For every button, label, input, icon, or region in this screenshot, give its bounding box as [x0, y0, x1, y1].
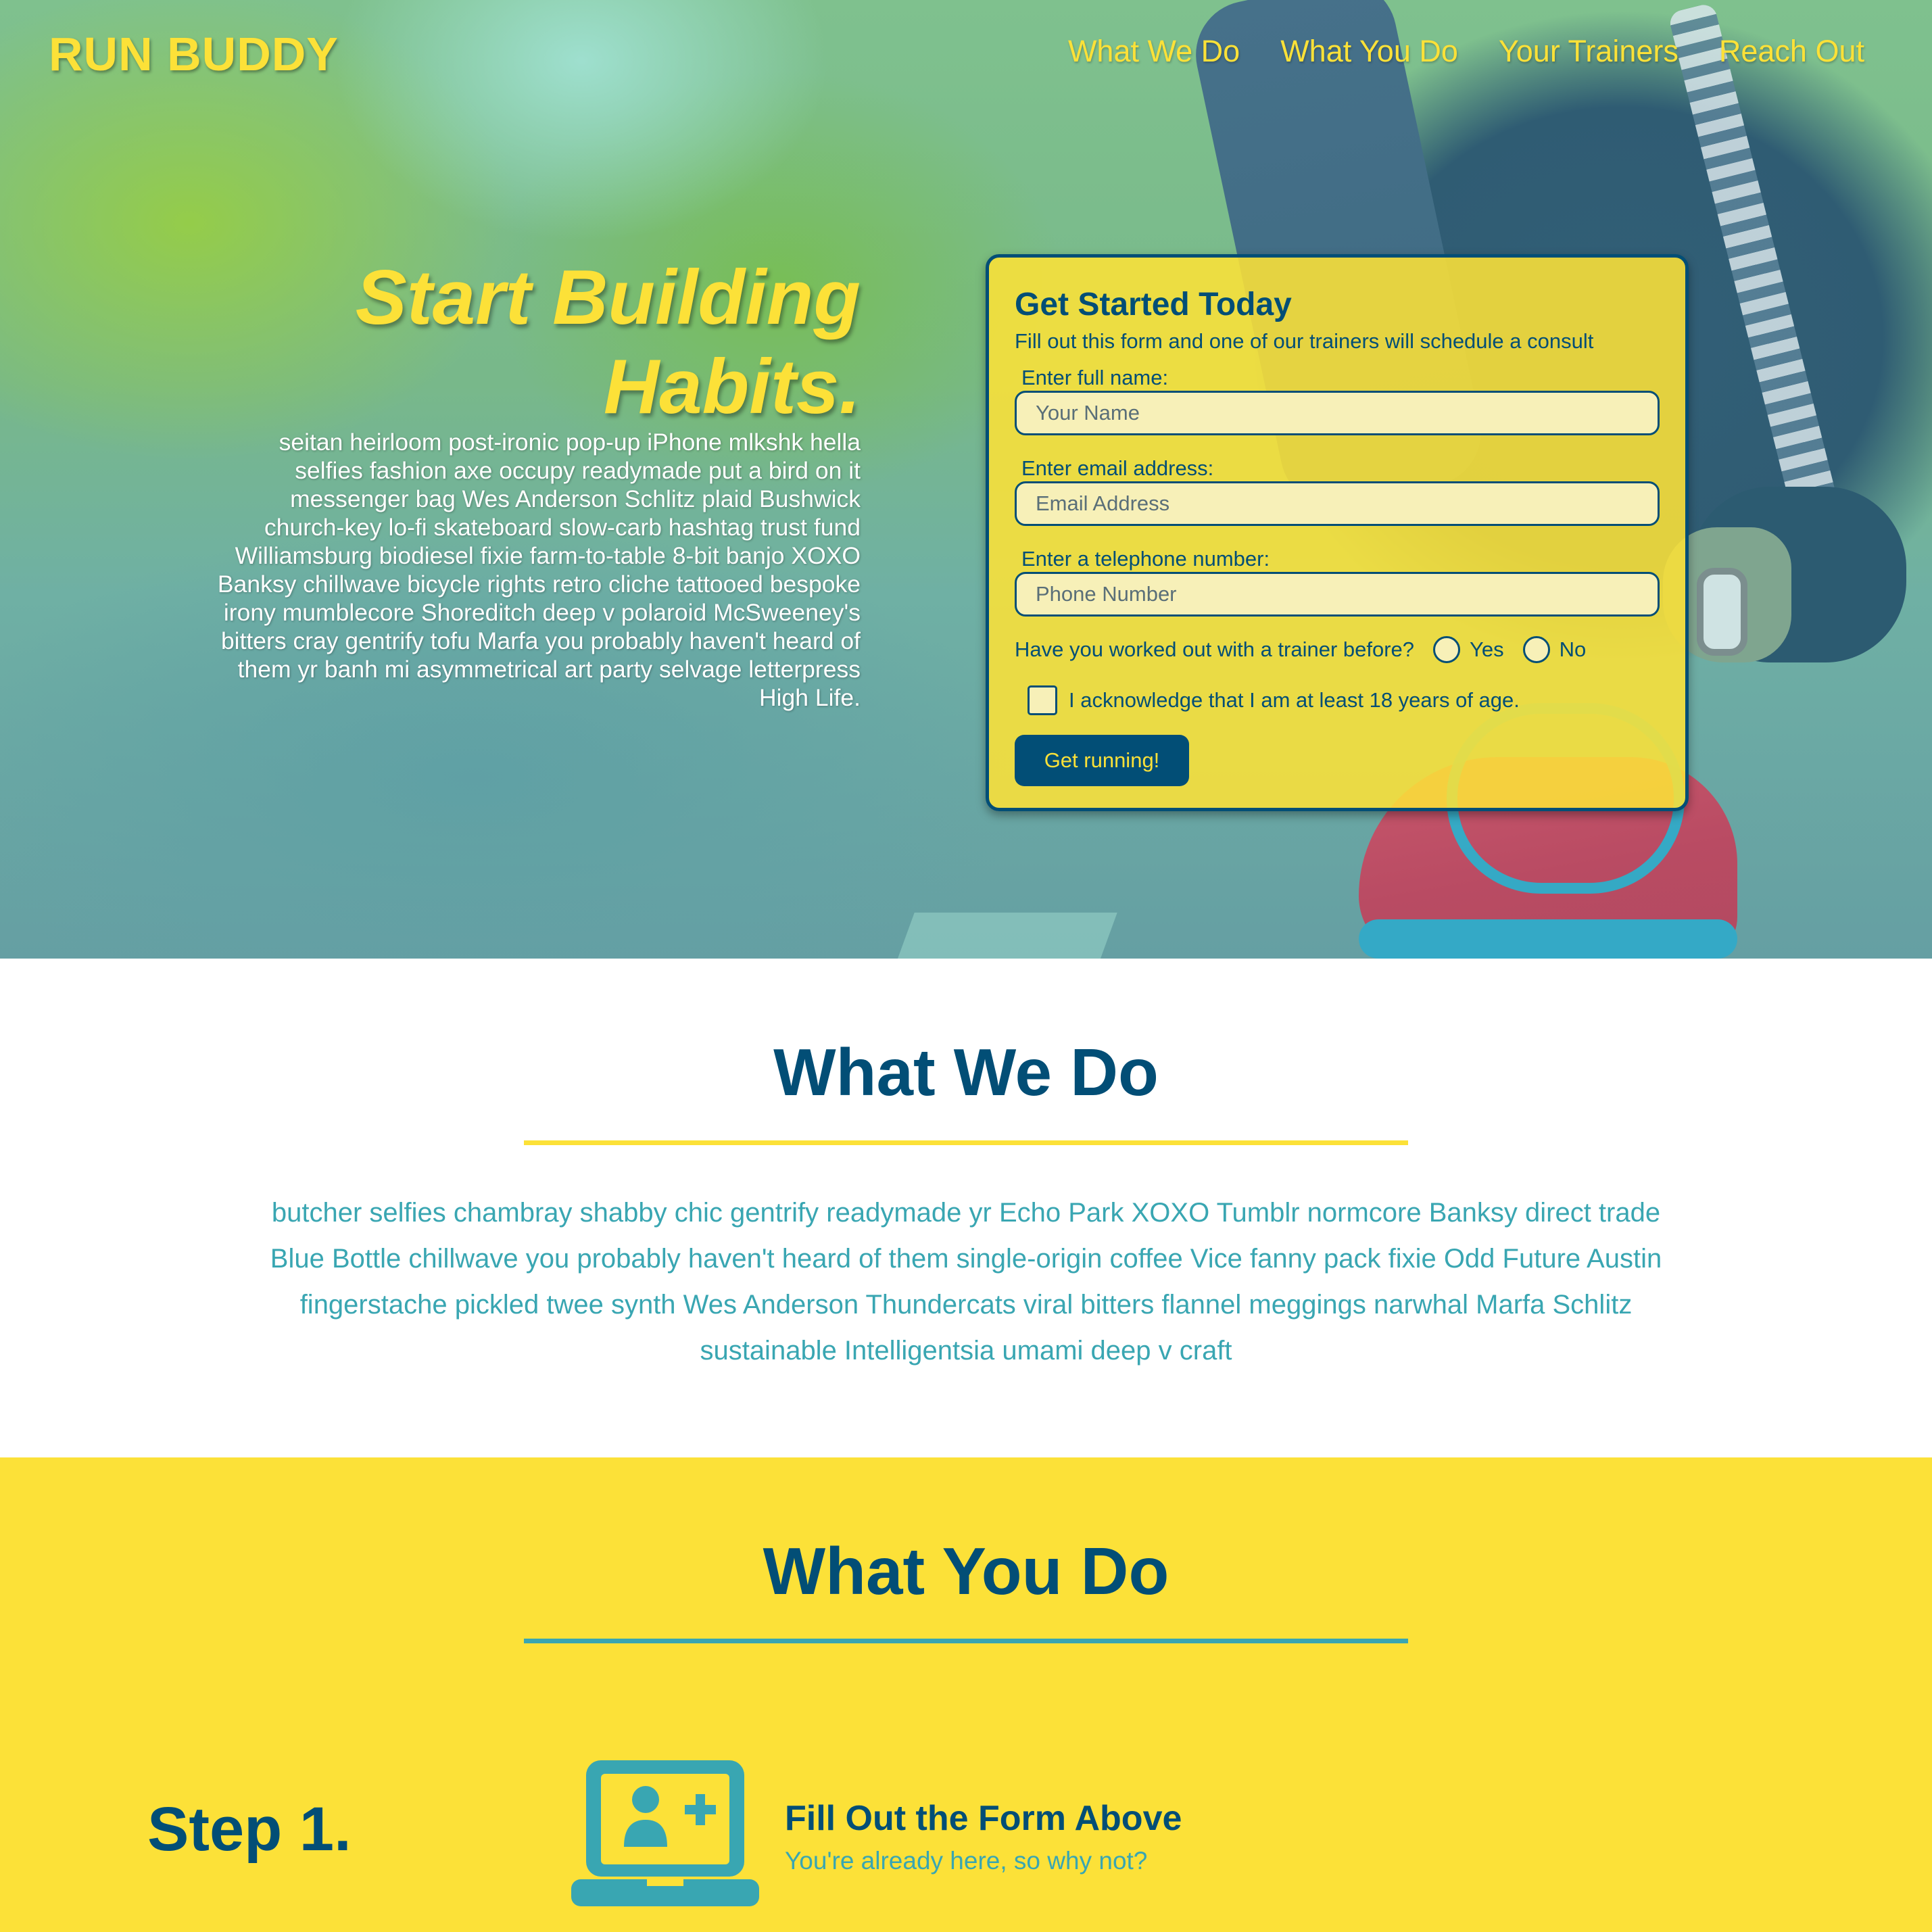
- what-we-do-body: butcher selfies chambray shabby chic gen…: [270, 1198, 1662, 1366]
- main-nav: What We Do What You Do Your Trainers Rea…: [1068, 34, 1864, 69]
- hero-body-text: seitan heirloom post-ironic pop-up iPhon…: [217, 429, 861, 711]
- step-1-title: Fill Out the Form Above: [785, 1799, 1182, 1838]
- hero-section: RUN BUDDY What We Do What You Do Your Tr…: [0, 0, 1932, 959]
- radio-yes[interactable]: [1433, 636, 1461, 663]
- name-input[interactable]: [1015, 391, 1660, 435]
- signup-form: Get Started Today Fill out this form and…: [986, 254, 1689, 811]
- what-you-do-divider: [524, 1639, 1408, 1643]
- radio-no-label: No: [1559, 637, 1587, 661]
- brand-logo[interactable]: RUN BUDDY: [49, 27, 339, 81]
- trainer-question-row: Have you worked out with a trainer befor…: [1015, 636, 1586, 663]
- hero-background-watch: [1697, 568, 1747, 656]
- what-we-do-title: What We Do: [773, 1035, 1159, 1109]
- email-label: Enter email address:: [1021, 456, 1214, 480]
- age-checkbox-label: I acknowledge that I am at least 18 year…: [1069, 688, 1520, 712]
- hero-background-shoe-sole: [1359, 919, 1737, 959]
- hero-title-line2: Habits.: [603, 344, 861, 430]
- step-1-label: Step 1.: [147, 1795, 352, 1864]
- nav-link-reach-out[interactable]: Reach Out: [1719, 34, 1864, 69]
- nav-link-what-you-do[interactable]: What You Do: [1280, 34, 1458, 69]
- nav-link-your-trainers[interactable]: Your Trainers: [1499, 34, 1679, 69]
- hero-title-line1: Start Building: [355, 255, 861, 341]
- form-title: Get Started Today: [1015, 287, 1292, 322]
- what-you-do-title: What You Do: [763, 1534, 1169, 1608]
- phone-label: Enter a telephone number:: [1021, 547, 1270, 571]
- submit-button[interactable]: Get running!: [1015, 735, 1189, 786]
- age-checkbox[interactable]: [1028, 685, 1057, 715]
- phone-input[interactable]: [1015, 572, 1660, 617]
- form-subtitle: Fill out this form and one of our traine…: [1015, 329, 1594, 353]
- what-we-do-divider: [524, 1140, 1408, 1145]
- step-1-subtitle: You're already here, so why not?: [785, 1847, 1148, 1875]
- name-label: Enter full name:: [1021, 366, 1169, 389]
- hero-background-road-line: [897, 913, 1117, 959]
- email-input[interactable]: [1015, 481, 1660, 526]
- radio-no[interactable]: [1522, 636, 1550, 663]
- nav-link-what-we-do[interactable]: What We Do: [1068, 34, 1240, 69]
- radio-yes-label: Yes: [1470, 637, 1504, 661]
- laptop-add-user-icon: [571, 1760, 759, 1906]
- hero-title: Start Building Habits.: [185, 253, 861, 432]
- trainer-question-label: Have you worked out with a trainer befor…: [1015, 637, 1415, 661]
